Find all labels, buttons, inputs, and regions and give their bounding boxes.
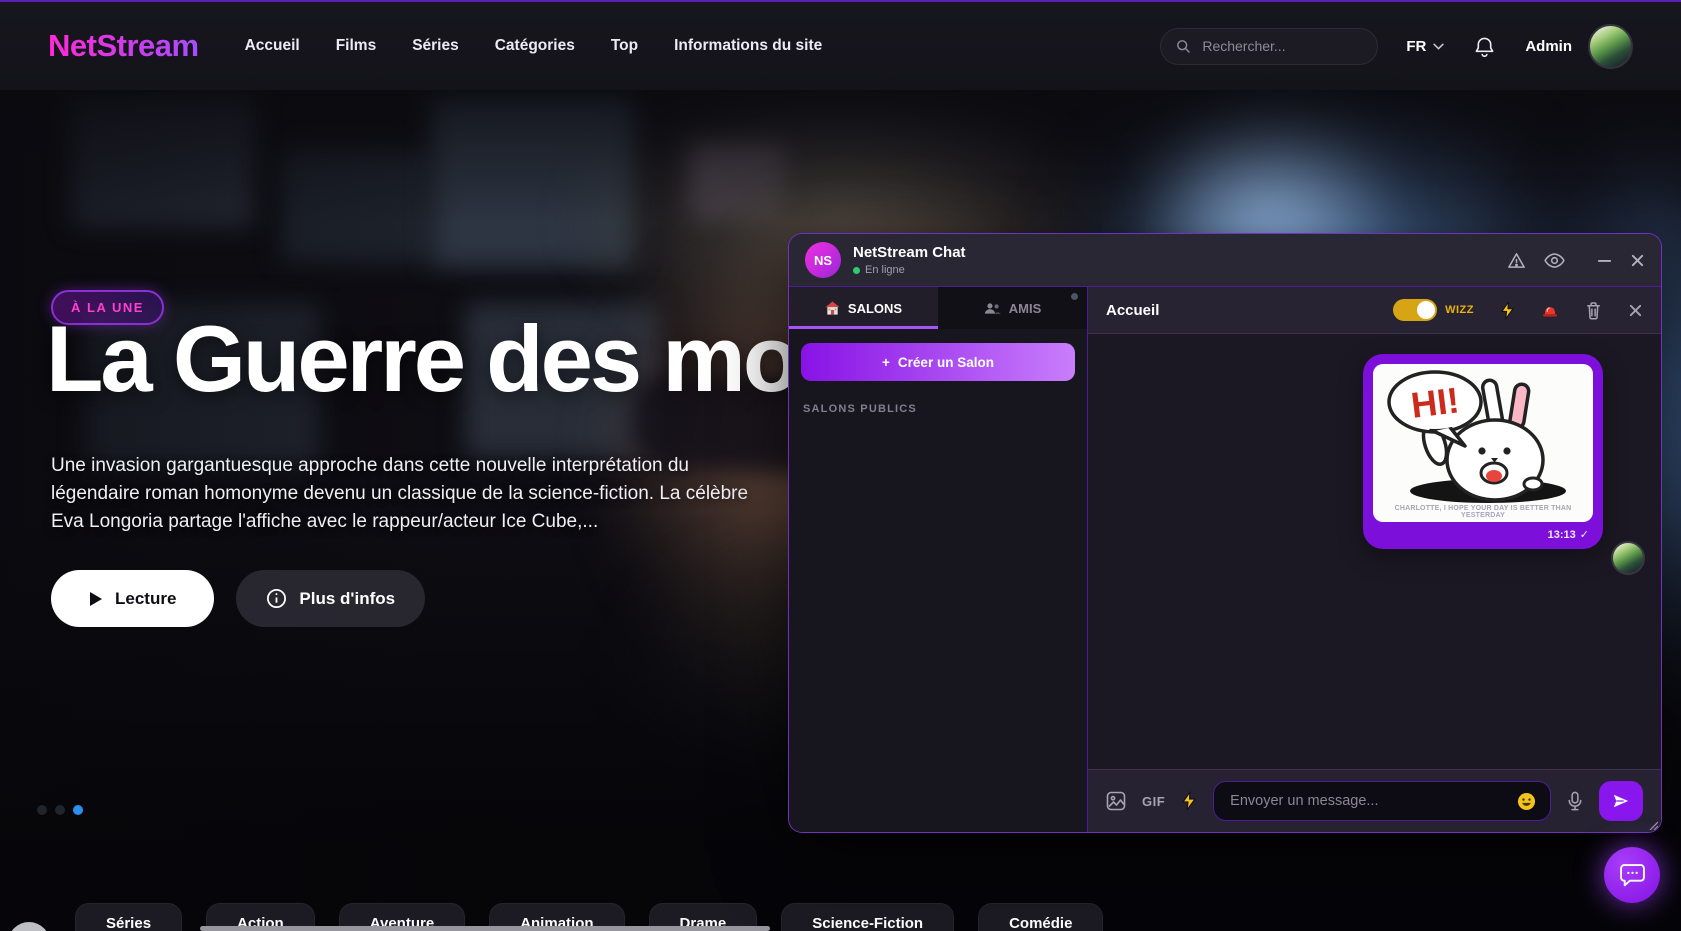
send-button[interactable] <box>1599 781 1643 821</box>
carousel-dots <box>37 805 83 815</box>
wizz-bolt-icon[interactable] <box>1181 791 1197 811</box>
tab-salons[interactable]: SALONS <box>789 287 938 329</box>
search-box[interactable] <box>1160 28 1378 65</box>
public-rooms-section-label: SALONS PUBLICS <box>803 403 1073 415</box>
netstream-logo[interactable]: NetStream <box>48 28 199 64</box>
nav-link-top[interactable]: Top <box>611 37 638 55</box>
chat-window-title: NetStream Chat <box>853 244 966 261</box>
message-input-row: GIF <box>1088 769 1661 832</box>
play-button[interactable]: Lecture <box>51 570 214 627</box>
gif-button[interactable]: GIF <box>1142 794 1165 809</box>
sticker-caption: CHARLOTTE, I HOPE YOUR DAY IS BETTER THA… <box>1373 505 1593 519</box>
search-icon <box>1175 38 1191 54</box>
create-room-button[interactable]: + Créer un Salon <box>801 343 1075 381</box>
chat-bubble-icon <box>1619 862 1646 889</box>
chevron-down-icon <box>1433 43 1444 50</box>
chat-main-panel: Accueil WIZZ <box>1088 287 1661 832</box>
notifications-bell-icon[interactable] <box>1474 36 1495 57</box>
chat-app-avatar: NS <box>805 242 841 278</box>
visibility-eye-icon[interactable] <box>1544 253 1565 268</box>
message-time: 13:13 <box>1548 529 1576 541</box>
sticker-message-bubble: HI! CHARLOTTE, I HOPE YOUR DAY IS BETTER… <box>1363 354 1603 549</box>
user-avatar[interactable] <box>1588 24 1633 69</box>
microphone-icon[interactable] <box>1567 791 1583 812</box>
send-icon <box>1612 792 1630 810</box>
carousel-dot-active[interactable] <box>73 805 83 815</box>
username-label[interactable]: Admin <box>1525 38 1572 55</box>
house-icon <box>825 301 840 316</box>
online-status-dot <box>853 267 860 274</box>
wizz-toggle-track[interactable] <box>1393 299 1437 321</box>
more-info-button[interactable]: Plus d'infos <box>236 570 425 627</box>
room-title: Accueil <box>1106 302 1159 319</box>
tab-amis[interactable]: AMIS <box>938 287 1087 329</box>
attach-image-icon[interactable] <box>1106 791 1126 811</box>
online-status-label: En ligne <box>865 264 905 276</box>
hero-description: Une invasion gargantuesque approche dans… <box>51 452 751 536</box>
close-window-button[interactable] <box>1630 253 1645 268</box>
chat-window-header[interactable]: NS NetStream Chat En ligne <box>789 234 1661 287</box>
chat-sidebar: SALONS AMIS + Créer un Salon SALONS PUBL… <box>789 287 1088 832</box>
open-chat-fab[interactable] <box>1604 847 1660 903</box>
nav-links: Accueil Films Séries Catégories Top Info… <box>245 37 823 55</box>
sticker-image: HI! CHARLOTTE, I HOPE YOUR DAY IS BETTER… <box>1373 364 1593 522</box>
carousel-dot[interactable] <box>55 805 65 815</box>
search-input[interactable] <box>1200 37 1363 55</box>
tab-amis-label: AMIS <box>1009 301 1042 316</box>
play-button-label: Lecture <box>115 589 176 609</box>
messages-area: HI! CHARLOTTE, I HOPE YOUR DAY IS BETTER… <box>1088 334 1661 769</box>
message-field[interactable] <box>1213 781 1551 821</box>
delivered-check: ✓ <box>1580 528 1589 541</box>
minimize-button[interactable] <box>1597 253 1612 268</box>
language-selector[interactable]: FR <box>1406 38 1444 55</box>
room-topbar: Accueil WIZZ <box>1088 287 1661 334</box>
nav-link-informations[interactable]: Informations du site <box>674 37 822 55</box>
language-label: FR <box>1406 38 1426 55</box>
message-sender-avatar[interactable] <box>1611 541 1645 575</box>
horizontal-scrollbar-thumb[interactable] <box>200 926 770 931</box>
carousel-dot[interactable] <box>37 805 47 815</box>
siren-alert-icon[interactable] <box>1541 302 1559 318</box>
top-navbar: NetStream Accueil Films Séries Catégorie… <box>0 0 1681 90</box>
create-room-label: Créer un Salon <box>898 355 994 370</box>
wizz-label: WIZZ <box>1445 304 1474 316</box>
emoji-picker-icon[interactable] <box>1517 792 1536 811</box>
plus-icon: + <box>882 355 890 370</box>
nav-link-categories[interactable]: Catégories <box>495 37 575 55</box>
category-pill-series[interactable]: Séries <box>75 903 182 931</box>
more-info-button-label: Plus d'infos <box>299 589 395 609</box>
notification-dot <box>1071 293 1078 300</box>
info-icon <box>266 588 287 609</box>
nav-link-films[interactable]: Films <box>336 37 376 55</box>
wizz-toggle-knob <box>1417 301 1435 319</box>
report-warning-icon[interactable] <box>1507 251 1526 270</box>
netstream-chat-window: NS NetStream Chat En ligne <box>788 233 1662 833</box>
svg-text:HI!: HI! <box>1409 379 1462 426</box>
resize-handle[interactable] <box>1648 820 1658 830</box>
wizz-toggle[interactable]: WIZZ <box>1393 299 1474 321</box>
netstream-page: NetStream Accueil Films Séries Catégorie… <box>0 0 1681 931</box>
nav-link-series[interactable]: Séries <box>412 37 459 55</box>
category-pill-comedie[interactable]: Comédie <box>978 903 1103 931</box>
nav-link-accueil[interactable]: Accueil <box>245 37 300 55</box>
lightning-bolt-icon[interactable] <box>1500 301 1515 320</box>
category-pill-science-fiction[interactable]: Science-Fiction <box>781 903 954 931</box>
bunny-sticker-drawing: HI! <box>1373 364 1593 504</box>
message-input[interactable] <box>1228 792 1507 810</box>
people-icon <box>984 302 1001 315</box>
delete-room-trash-icon[interactable] <box>1585 301 1602 320</box>
tab-salons-label: SALONS <box>848 301 902 316</box>
close-room-icon[interactable] <box>1628 303 1643 318</box>
play-icon <box>89 591 103 607</box>
